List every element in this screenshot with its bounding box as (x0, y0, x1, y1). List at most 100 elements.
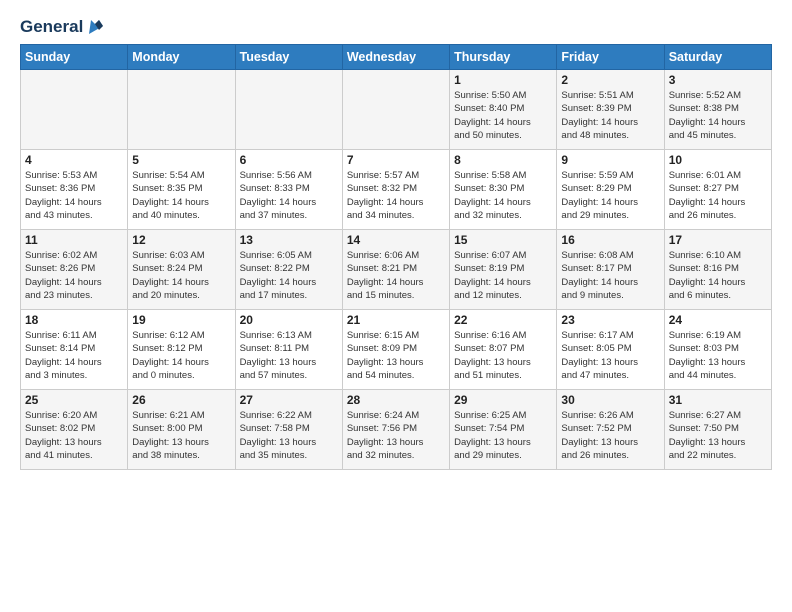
day-info: Sunrise: 6:27 AM Sunset: 7:50 PM Dayligh… (669, 409, 767, 462)
calendar-cell: 21 Sunrise: 6:15 AM Sunset: 8:09 PM Dayli… (342, 310, 449, 390)
calendar-cell (128, 70, 235, 150)
day-number: 2 (561, 73, 659, 87)
calendar-week-row: 25 Sunrise: 6:20 AM Sunset: 8:02 PM Dayli… (21, 390, 772, 470)
logo-general: General (20, 17, 83, 37)
day-number: 21 (347, 313, 445, 327)
day-info: Sunrise: 5:59 AM Sunset: 8:29 PM Dayligh… (561, 169, 659, 222)
day-number: 25 (25, 393, 123, 407)
day-info: Sunrise: 5:52 AM Sunset: 8:38 PM Dayligh… (669, 89, 767, 142)
calendar-header-row: SundayMondayTuesdayWednesdayThursdayFrid… (21, 45, 772, 70)
day-info: Sunrise: 6:10 AM Sunset: 8:16 PM Dayligh… (669, 249, 767, 302)
day-info: Sunrise: 6:07 AM Sunset: 8:19 PM Dayligh… (454, 249, 552, 302)
day-info: Sunrise: 5:56 AM Sunset: 8:33 PM Dayligh… (240, 169, 338, 222)
calendar-cell: 12 Sunrise: 6:03 AM Sunset: 8:24 PM Dayli… (128, 230, 235, 310)
day-number: 30 (561, 393, 659, 407)
calendar-cell: 7Sunrise: 5:57 AM Sunset: 8:32 PM Daylig… (342, 150, 449, 230)
calendar-cell: 22Sunrise: 6:16 AM Sunset: 8:07 PM Dayli… (450, 310, 557, 390)
calendar-cell: 17Sunrise: 6:10 AM Sunset: 8:16 PM Dayli… (664, 230, 771, 310)
day-number: 20 (240, 313, 338, 327)
calendar-cell: 15Sunrise: 6:07 AM Sunset: 8:19 PM Dayli… (450, 230, 557, 310)
day-info: Sunrise: 6:19 AM Sunset: 8:03 PM Dayligh… (669, 329, 767, 382)
day-number: 26 (132, 393, 230, 407)
calendar-cell: 6 Sunrise: 5:56 AM Sunset: 8:33 PM Daylig… (235, 150, 342, 230)
calendar-cell: 10 Sunrise: 6:01 AM Sunset: 8:27 PM Dayli… (664, 150, 771, 230)
calendar-table: SundayMondayTuesdayWednesdayThursdayFrid… (20, 44, 772, 470)
day-number: 1 (454, 73, 552, 87)
logo: General (20, 16, 107, 34)
calendar-cell: 11Sunrise: 6:02 AM Sunset: 8:26 PM Dayli… (21, 230, 128, 310)
day-info: Sunrise: 5:53 AM Sunset: 8:36 PM Dayligh… (25, 169, 123, 222)
day-number: 14 (347, 233, 445, 247)
day-of-week-header: Thursday (450, 45, 557, 70)
day-number: 29 (454, 393, 552, 407)
day-of-week-header: Monday (128, 45, 235, 70)
day-number: 24 (669, 313, 767, 327)
calendar-cell: 24 Sunrise: 6:19 AM Sunset: 8:03 PM Dayli… (664, 310, 771, 390)
calendar-cell: 25 Sunrise: 6:20 AM Sunset: 8:02 PM Dayli… (21, 390, 128, 470)
day-info: Sunrise: 6:12 AM Sunset: 8:12 PM Dayligh… (132, 329, 230, 382)
day-number: 13 (240, 233, 338, 247)
day-info: Sunrise: 5:57 AM Sunset: 8:32 PM Dayligh… (347, 169, 445, 222)
calendar-cell: 19Sunrise: 6:12 AM Sunset: 8:12 PM Dayli… (128, 310, 235, 390)
day-of-week-header: Sunday (21, 45, 128, 70)
day-number: 31 (669, 393, 767, 407)
calendar-cell (21, 70, 128, 150)
calendar-cell: 14 Sunrise: 6:06 AM Sunset: 8:21 PM Dayli… (342, 230, 449, 310)
logo-icon (85, 16, 107, 38)
day-of-week-header: Wednesday (342, 45, 449, 70)
calendar-cell: 3 Sunrise: 5:52 AM Sunset: 8:38 PM Daylig… (664, 70, 771, 150)
day-of-week-header: Saturday (664, 45, 771, 70)
day-info: Sunrise: 6:20 AM Sunset: 8:02 PM Dayligh… (25, 409, 123, 462)
day-info: Sunrise: 6:25 AM Sunset: 7:54 PM Dayligh… (454, 409, 552, 462)
calendar-cell: 31 Sunrise: 6:27 AM Sunset: 7:50 PM Dayli… (664, 390, 771, 470)
calendar-cell: 4 Sunrise: 5:53 AM Sunset: 8:36 PM Daylig… (21, 150, 128, 230)
day-number: 10 (669, 153, 767, 167)
calendar-cell: 29 Sunrise: 6:25 AM Sunset: 7:54 PM Dayli… (450, 390, 557, 470)
day-info: Sunrise: 6:15 AM Sunset: 8:09 PM Dayligh… (347, 329, 445, 382)
day-info: Sunrise: 6:03 AM Sunset: 8:24 PM Dayligh… (132, 249, 230, 302)
calendar-cell (342, 70, 449, 150)
header: General (20, 16, 772, 34)
calendar-cell: 13 Sunrise: 6:05 AM Sunset: 8:22 PM Dayli… (235, 230, 342, 310)
calendar-cell: 26 Sunrise: 6:21 AM Sunset: 8:00 PM Dayli… (128, 390, 235, 470)
calendar-week-row: 4 Sunrise: 5:53 AM Sunset: 8:36 PM Daylig… (21, 150, 772, 230)
calendar-week-row: 1Sunrise: 5:50 AM Sunset: 8:40 PM Daylig… (21, 70, 772, 150)
day-info: Sunrise: 5:51 AM Sunset: 8:39 PM Dayligh… (561, 89, 659, 142)
day-number: 23 (561, 313, 659, 327)
day-info: Sunrise: 6:24 AM Sunset: 7:56 PM Dayligh… (347, 409, 445, 462)
day-number: 5 (132, 153, 230, 167)
day-number: 11 (25, 233, 123, 247)
page: General SundayMondayTuesdayWednesdayThur… (0, 0, 792, 486)
calendar-week-row: 11Sunrise: 6:02 AM Sunset: 8:26 PM Dayli… (21, 230, 772, 310)
calendar-cell: 18Sunrise: 6:11 AM Sunset: 8:14 PM Dayli… (21, 310, 128, 390)
day-info: Sunrise: 6:26 AM Sunset: 7:52 PM Dayligh… (561, 409, 659, 462)
calendar-cell: 23Sunrise: 6:17 AM Sunset: 8:05 PM Dayli… (557, 310, 664, 390)
day-of-week-header: Tuesday (235, 45, 342, 70)
calendar-cell: 27Sunrise: 6:22 AM Sunset: 7:58 PM Dayli… (235, 390, 342, 470)
calendar-cell: 8 Sunrise: 5:58 AM Sunset: 8:30 PM Daylig… (450, 150, 557, 230)
day-info: Sunrise: 6:13 AM Sunset: 8:11 PM Dayligh… (240, 329, 338, 382)
calendar-cell: 1Sunrise: 5:50 AM Sunset: 8:40 PM Daylig… (450, 70, 557, 150)
day-info: Sunrise: 6:06 AM Sunset: 8:21 PM Dayligh… (347, 249, 445, 302)
calendar-cell: 2 Sunrise: 5:51 AM Sunset: 8:39 PM Daylig… (557, 70, 664, 150)
day-number: 3 (669, 73, 767, 87)
day-info: Sunrise: 5:58 AM Sunset: 8:30 PM Dayligh… (454, 169, 552, 222)
calendar-cell: 20 Sunrise: 6:13 AM Sunset: 8:11 PM Dayli… (235, 310, 342, 390)
day-info: Sunrise: 6:01 AM Sunset: 8:27 PM Dayligh… (669, 169, 767, 222)
day-of-week-header: Friday (557, 45, 664, 70)
day-number: 12 (132, 233, 230, 247)
day-number: 27 (240, 393, 338, 407)
day-info: Sunrise: 6:08 AM Sunset: 8:17 PM Dayligh… (561, 249, 659, 302)
day-info: Sunrise: 6:16 AM Sunset: 8:07 PM Dayligh… (454, 329, 552, 382)
day-number: 18 (25, 313, 123, 327)
day-number: 8 (454, 153, 552, 167)
calendar-cell (235, 70, 342, 150)
day-info: Sunrise: 6:21 AM Sunset: 8:00 PM Dayligh… (132, 409, 230, 462)
calendar-cell: 28Sunrise: 6:24 AM Sunset: 7:56 PM Dayli… (342, 390, 449, 470)
calendar-cell: 16 Sunrise: 6:08 AM Sunset: 8:17 PM Dayli… (557, 230, 664, 310)
day-info: Sunrise: 6:05 AM Sunset: 8:22 PM Dayligh… (240, 249, 338, 302)
day-number: 4 (25, 153, 123, 167)
day-number: 16 (561, 233, 659, 247)
day-number: 6 (240, 153, 338, 167)
day-number: 9 (561, 153, 659, 167)
